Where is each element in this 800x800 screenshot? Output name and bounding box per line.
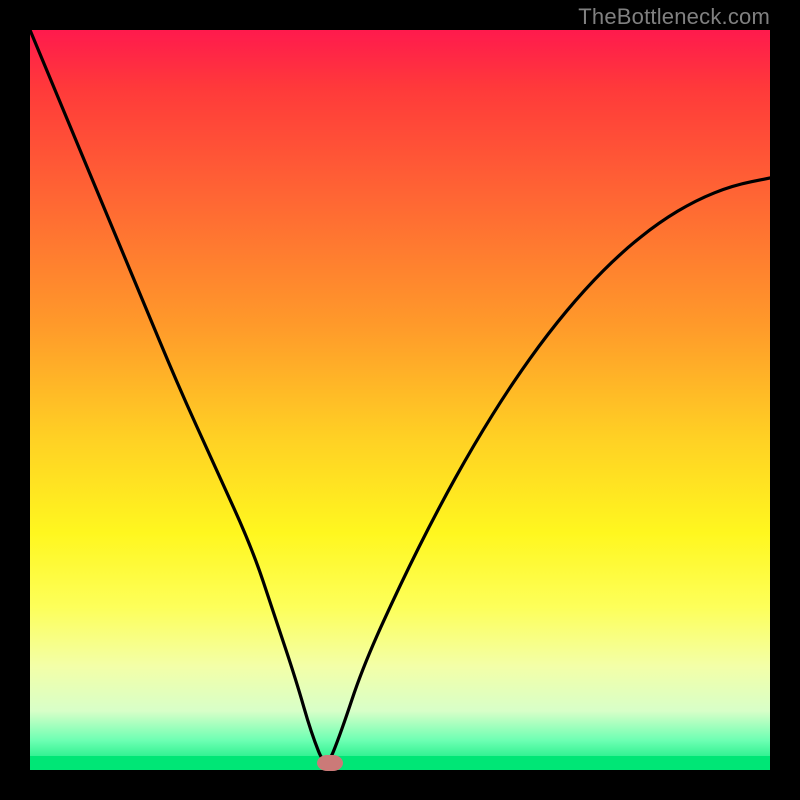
chart-frame: TheBottleneck.com xyxy=(0,0,800,800)
plot-area xyxy=(30,30,770,770)
optimal-point-marker xyxy=(317,755,343,771)
watermark-text: TheBottleneck.com xyxy=(578,4,770,30)
bottleneck-curve xyxy=(30,30,770,770)
